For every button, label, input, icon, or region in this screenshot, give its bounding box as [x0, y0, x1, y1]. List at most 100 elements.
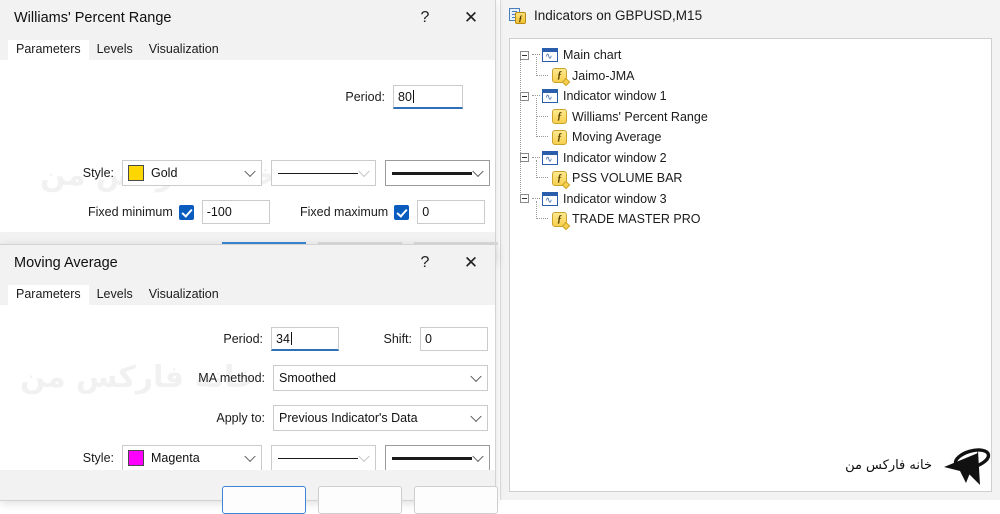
wpr-fixed-maximum-checkbox[interactable] [394, 204, 410, 220]
tab-levels[interactable]: Levels [89, 40, 141, 60]
tree-item-moving-average[interactable]: ƒ Moving Average [518, 127, 991, 148]
tree-item-williams-percent-range[interactable]: ƒ Williams' Percent Range [518, 107, 991, 128]
ma-tab-levels[interactable]: Levels [89, 285, 141, 305]
expander-collapse-icon[interactable] [520, 91, 529, 101]
ma-method-combo[interactable]: Smoothed [273, 365, 488, 391]
ma-line-style-combo[interactable] [271, 445, 376, 470]
tree-item-indicator-window-1[interactable]: ∿ Indicator window 1 [518, 86, 991, 107]
ma-apply-to-combo[interactable]: Previous Indicator's Data [273, 405, 488, 431]
tree-item-label: Indicator window 3 [563, 191, 667, 206]
wpr-line-width-combo[interactable] [385, 160, 490, 186]
ma-period-row: Period: 34 [218, 327, 339, 351]
ma-style-color-combo[interactable]: Magenta [122, 445, 262, 470]
wpr-fixed-minimum-input[interactable]: -100 [201, 200, 270, 224]
tree-connector [532, 197, 540, 200]
tree-item-label: Jaimo-JMA [572, 68, 635, 83]
tab-parameters[interactable]: Parameters [8, 40, 89, 60]
indicators-window: ƒ Indicators on GBPUSD,M15 ∿ Main chart ƒ J… [500, 0, 1000, 500]
wpr-color-swatch [128, 165, 144, 181]
tree-item-indicator-window-2[interactable]: ∿ Indicator window 2 [518, 148, 991, 169]
wpr-title-bar: Williams' Percent Range ? ✕ [0, 0, 495, 36]
ma-cancel-button[interactable] [318, 486, 402, 514]
site-logo-text: خانه فارکس من [845, 458, 932, 473]
wpr-period-input[interactable]: 80 [393, 85, 463, 109]
wpr-fixed-minimum-row: Fixed minimum -100 [88, 200, 270, 224]
ma-reset-button[interactable] [414, 486, 498, 514]
ma-apply-to-value: Previous Indicator's Data [279, 411, 418, 425]
chart-window-icon: ∿ [542, 48, 558, 63]
tree-item-main-chart[interactable]: ∿ Main chart [518, 45, 991, 66]
ma-tab-visualization[interactable]: Visualization [141, 285, 227, 305]
indicators-window-title: Indicators on GBPUSD,M15 [534, 7, 703, 23]
wpr-fixed-maximum-input[interactable]: 0 [417, 200, 486, 224]
indicators-tree-box[interactable]: ∿ Main chart ƒ Jaimo-JMA ∿ Indicator window 1… [509, 38, 992, 492]
rocket-orbit-logo-icon [938, 439, 992, 492]
wpr-fixed-maximum-label: Fixed maximum [300, 205, 389, 219]
tree-item-jaimo-jma[interactable]: ƒ Jaimo-JMA [518, 66, 991, 87]
tree-item-label: Indicator window 1 [563, 89, 667, 104]
ma-footer [0, 470, 498, 514]
wpr-style-row: Style: Gold [80, 160, 490, 186]
custom-indicator-icon: ƒ [552, 68, 567, 84]
ma-style-label: Style: [82, 451, 114, 465]
wpr-style-color-combo[interactable]: Gold [122, 160, 262, 186]
indicators-tree: ∿ Main chart ƒ Jaimo-JMA ∿ Indicator window 1… [510, 39, 991, 230]
ma-method-value: Smoothed [279, 371, 336, 385]
ma-line-width-combo[interactable] [385, 445, 490, 470]
tree-connector [532, 54, 540, 56]
ma-dialog-title: Moving Average [14, 255, 118, 271]
ma-color-swatch [128, 450, 144, 466]
chevron-down-icon [470, 410, 482, 423]
tree-item-trade-master-pro[interactable]: ƒ TRADE MASTER PRO [518, 209, 991, 230]
ma-method-row: MA method: Smoothed [190, 365, 488, 391]
site-logo: خانه فارکس من [845, 439, 992, 492]
tree-item-pss-volume-bar[interactable]: ƒ PSS VOLUME BAR [518, 168, 991, 189]
wpr-fixed-minimum-checkbox[interactable] [178, 204, 194, 220]
ma-method-label: MA method: [198, 371, 265, 385]
wpr-period-row: Period: 80 [330, 85, 463, 109]
tree-item-label: Indicator window 2 [563, 150, 667, 165]
tree-branch-line [536, 159, 548, 179]
wpr-fixed-minimum-label: Fixed minimum [88, 205, 173, 219]
ma-shift-label: Shift: [383, 332, 413, 346]
ma-apply-to-label: Apply to: [216, 411, 265, 425]
expander-collapse-icon[interactable] [520, 50, 529, 60]
tree-item-indicator-window-3[interactable]: ∿ Indicator window 3 [518, 189, 991, 210]
chart-window-icon: ∿ [542, 89, 558, 104]
ma-tab-parameters[interactable]: Parameters [8, 285, 89, 305]
expander-collapse-icon[interactable] [520, 194, 529, 204]
wpr-tab-strip: Parameters Levels Visualization [0, 36, 495, 60]
wpr-period-label: Period: [345, 90, 385, 104]
wpr-dialog-title: Williams' Percent Range [14, 10, 172, 26]
ma-tab-strip: Parameters Levels Visualization [0, 281, 495, 305]
wpr-style-label: Style: [82, 166, 114, 180]
ma-ok-button[interactable] [222, 486, 306, 514]
tree-item-label: TRADE MASTER PRO [572, 212, 701, 227]
wpr-close-button[interactable]: ✕ [447, 0, 495, 36]
custom-indicator-icon: ƒ [552, 211, 567, 227]
ma-shift-row: Shift: 0 [380, 327, 488, 351]
ma-help-button[interactable]: ? [403, 245, 447, 281]
ma-close-button[interactable]: ✕ [447, 245, 495, 281]
tab-visualization[interactable]: Visualization [141, 40, 227, 60]
tree-branch-line [536, 57, 548, 77]
ma-apply-to-row: Apply to: Previous Indicator's Data [190, 405, 488, 431]
ma-color-name: Magenta [151, 451, 200, 465]
ma-period-input[interactable]: 34 [271, 327, 339, 351]
wpr-line-style-combo[interactable] [271, 160, 376, 186]
chevron-down-icon [470, 370, 482, 383]
wpr-color-name: Gold [151, 166, 178, 180]
tree-trunk-line [520, 55, 521, 199]
ma-shift-input[interactable]: 0 [420, 327, 488, 351]
tree-connector [532, 156, 540, 159]
chevron-down-icon [472, 450, 484, 463]
ma-parameters-panel: خانه فارکس من Period: 34 Shift: 0 MA met… [0, 305, 495, 470]
moving-average-dialog: Moving Average ? ✕ Parameters Levels Vis… [0, 245, 498, 514]
indicators-title-bar: ƒ Indicators on GBPUSD,M15 [501, 0, 1000, 30]
wpr-parameters-panel: خانه فارکس من Period: 80 Style: Gold [0, 60, 495, 232]
expander-collapse-icon[interactable] [520, 153, 529, 163]
wpr-fixed-maximum-row: Fixed maximum 0 [300, 200, 486, 224]
chevron-down-icon [244, 165, 256, 178]
indicator-icon: ƒ [552, 129, 567, 145]
wpr-help-button[interactable]: ? [403, 0, 447, 36]
